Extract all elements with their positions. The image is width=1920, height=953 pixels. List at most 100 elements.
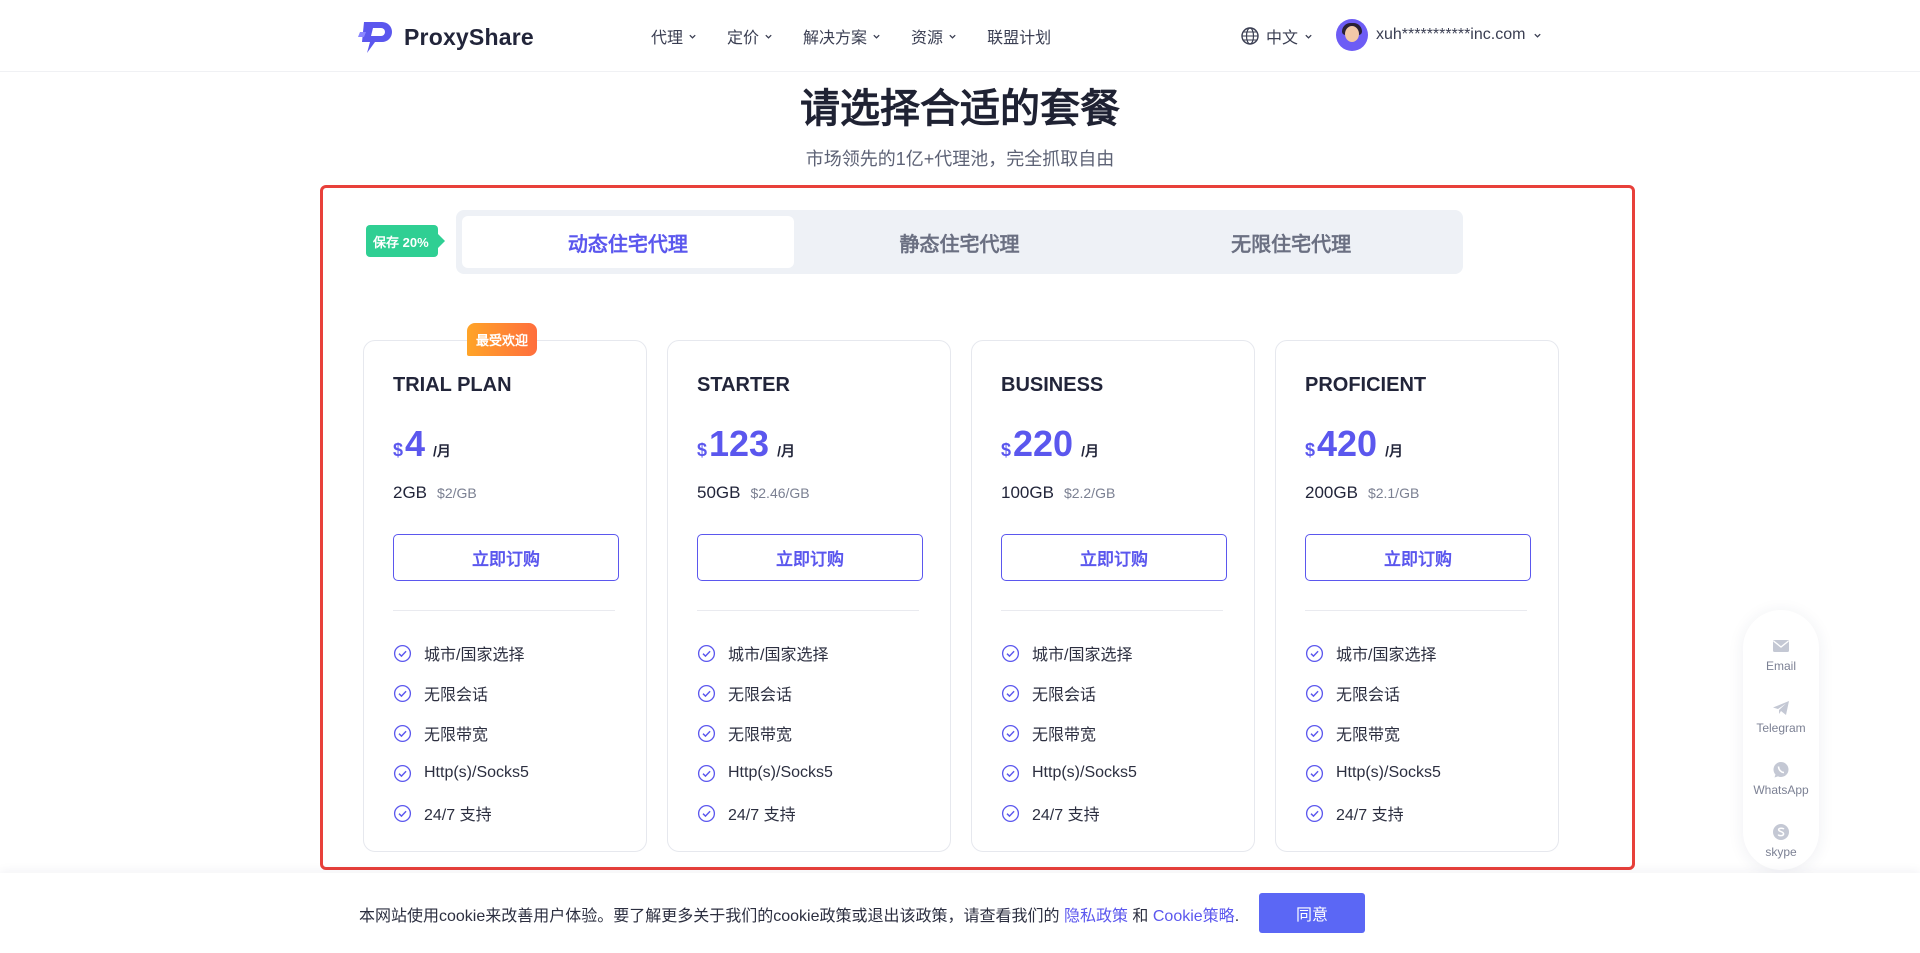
feature-label: Http(s)/Socks5 bbox=[1032, 764, 1137, 781]
user-menu[interactable]: xuh***********inc.com bbox=[1336, 19, 1542, 51]
contact-widget: Email Telegram WhatsApp skype bbox=[1743, 610, 1819, 870]
skype-icon bbox=[1773, 824, 1789, 840]
language-selector[interactable]: 中文 bbox=[1240, 24, 1313, 48]
feature-label: 24/7 支持 bbox=[1032, 807, 1100, 824]
check-circle-icon bbox=[1001, 764, 1020, 782]
feature-item: 24/7 支持 bbox=[697, 793, 833, 833]
telegram-icon bbox=[1773, 701, 1789, 715]
check-circle-icon bbox=[1001, 644, 1020, 662]
plan-price: $ 4 /月 bbox=[393, 423, 451, 465]
proxyshare-logo[interactable]: ProxyShare bbox=[358, 20, 534, 54]
feature-label: 24/7 支持 bbox=[424, 807, 492, 824]
feature-label: 城市/国家选择 bbox=[1336, 647, 1437, 664]
cookie-and: 和 bbox=[1127, 908, 1153, 925]
proxy-type-tabs: 动态住宅代理 静态住宅代理 无限住宅代理 bbox=[456, 210, 1463, 274]
nav-item-label: 解决方案 bbox=[803, 30, 868, 47]
check-circle-icon bbox=[393, 644, 412, 662]
contact-skype[interactable]: skype bbox=[1743, 822, 1819, 859]
feature-label: 城市/国家选择 bbox=[728, 647, 829, 664]
currency-symbol: $ bbox=[1305, 440, 1316, 460]
language-label: 中文 bbox=[1266, 30, 1299, 47]
nav-item-label: 定价 bbox=[727, 30, 760, 47]
check-circle-icon bbox=[1305, 684, 1324, 702]
save-badge: 保存 20% bbox=[366, 225, 445, 257]
buy-now-button[interactable]: 立即订购 bbox=[697, 534, 923, 581]
feature-item: 无限会话 bbox=[393, 673, 529, 713]
feature-item: 无限会话 bbox=[1001, 673, 1137, 713]
feature-item: 24/7 支持 bbox=[1305, 793, 1441, 833]
unit-price: $2/GB bbox=[437, 485, 477, 501]
most-popular-badge: 最受欢迎 bbox=[467, 323, 538, 356]
contact-telegram[interactable]: Telegram bbox=[1743, 698, 1819, 735]
price-amount: 420 bbox=[1317, 423, 1378, 464]
check-circle-icon bbox=[393, 684, 412, 702]
price-period: /月 bbox=[1385, 443, 1403, 459]
nav-item-solutions[interactable]: 解决方案 bbox=[803, 24, 881, 48]
divider bbox=[393, 610, 615, 611]
site-header: ProxyShare 代理 定价 解决方案 资源 联盟计划 中文 xuh****… bbox=[0, 0, 1920, 72]
currency-symbol: $ bbox=[697, 440, 708, 460]
cookie-policy-link[interactable]: Cookie策略 bbox=[1153, 908, 1235, 925]
buy-now-button[interactable]: 立即订购 bbox=[1001, 534, 1227, 581]
currency-symbol: $ bbox=[393, 440, 404, 460]
check-circle-icon bbox=[393, 804, 412, 822]
chevron-down-icon bbox=[689, 34, 696, 39]
chevron-down-icon bbox=[949, 34, 956, 39]
price-period: /月 bbox=[777, 443, 795, 459]
contact-label: skype bbox=[1765, 845, 1797, 859]
chevron-down-icon bbox=[765, 34, 772, 39]
feature-item: 无限带宽 bbox=[697, 713, 833, 753]
tab-dynamic-residential[interactable]: 动态住宅代理 bbox=[462, 216, 794, 268]
check-circle-icon bbox=[393, 724, 412, 742]
check-circle-icon bbox=[697, 804, 716, 822]
main-nav: 代理 定价 解决方案 资源 联盟计划 bbox=[651, 24, 1051, 48]
plan-price: $ 420 /月 bbox=[1305, 423, 1403, 465]
cookie-banner: 本网站使用cookie来改善用户体验。要了解更多关于我们的cookie政策或退出… bbox=[0, 873, 1920, 953]
plan-name: TRIAL PLAN bbox=[393, 374, 512, 396]
plan-card-trial: TRIAL PLAN $ 4 /月 2GB $2/GB 立即订购 城市/国家选择… bbox=[363, 340, 647, 852]
plan-volume: 200GB $2.1/GB bbox=[1305, 483, 1419, 503]
agree-button[interactable]: 同意 bbox=[1259, 893, 1365, 933]
feature-item: Http(s)/Socks5 bbox=[393, 753, 529, 793]
feature-item: 城市/国家选择 bbox=[1001, 633, 1137, 673]
check-circle-icon bbox=[1001, 804, 1020, 822]
page-subtitle: 市场领先的1亿+代理池，完全抓取自由 bbox=[805, 149, 1115, 169]
nav-item-affiliate[interactable]: 联盟计划 bbox=[987, 24, 1051, 48]
buy-now-button[interactable]: 立即订购 bbox=[1305, 534, 1531, 581]
page-title: 请选择合适的套餐 bbox=[800, 87, 1120, 131]
feature-item: 无限带宽 bbox=[393, 713, 529, 753]
feature-list: 城市/国家选择 无限会话 无限带宽 Http(s)/Socks5 24/7 支持 bbox=[1001, 633, 1137, 833]
nav-item-label: 资源 bbox=[911, 30, 944, 47]
logo-icon bbox=[358, 22, 392, 53]
feature-list: 城市/国家选择 无限会话 无限带宽 Http(s)/Socks5 24/7 支持 bbox=[1305, 633, 1441, 833]
tab-unlimited-residential[interactable]: 无限住宅代理 bbox=[1125, 216, 1457, 268]
check-circle-icon bbox=[1001, 684, 1020, 702]
volume-amount: 50GB bbox=[697, 483, 741, 502]
feature-item: 24/7 支持 bbox=[393, 793, 529, 833]
feature-item: 城市/国家选择 bbox=[697, 633, 833, 673]
nav-item-resources[interactable]: 资源 bbox=[911, 24, 957, 48]
whatsapp-icon bbox=[1773, 762, 1789, 778]
feature-list: 城市/国家选择 无限会话 无限带宽 Http(s)/Socks5 24/7 支持 bbox=[393, 633, 529, 833]
feature-item: Http(s)/Socks5 bbox=[697, 753, 833, 793]
plan-volume: 50GB $2.46/GB bbox=[697, 483, 810, 503]
chevron-down-icon bbox=[1305, 34, 1312, 39]
plan-price: $ 220 /月 bbox=[1001, 423, 1099, 465]
nav-item-pricing[interactable]: 定价 bbox=[727, 24, 773, 48]
privacy-policy-link[interactable]: 隐私政策 bbox=[1064, 908, 1128, 925]
feature-item: 无限带宽 bbox=[1001, 713, 1137, 753]
user-email: xuh***********inc.com bbox=[1376, 26, 1526, 43]
contact-whatsapp[interactable]: WhatsApp bbox=[1743, 760, 1819, 797]
feature-label: 24/7 支持 bbox=[1336, 807, 1404, 824]
chevron-down-icon bbox=[1534, 33, 1542, 38]
plan-name: BUSINESS bbox=[1001, 374, 1104, 396]
contact-label: Email bbox=[1765, 659, 1796, 673]
buy-now-button[interactable]: 立即订购 bbox=[393, 534, 619, 581]
contact-label: Telegram bbox=[1756, 721, 1806, 735]
feature-label: 无限会话 bbox=[424, 687, 489, 704]
nav-item-proxy[interactable]: 代理 bbox=[651, 24, 697, 48]
feature-item: Http(s)/Socks5 bbox=[1001, 753, 1137, 793]
contact-email[interactable]: Email bbox=[1743, 636, 1819, 673]
tab-static-residential[interactable]: 静态住宅代理 bbox=[794, 216, 1126, 268]
volume-amount: 200GB bbox=[1305, 483, 1358, 502]
